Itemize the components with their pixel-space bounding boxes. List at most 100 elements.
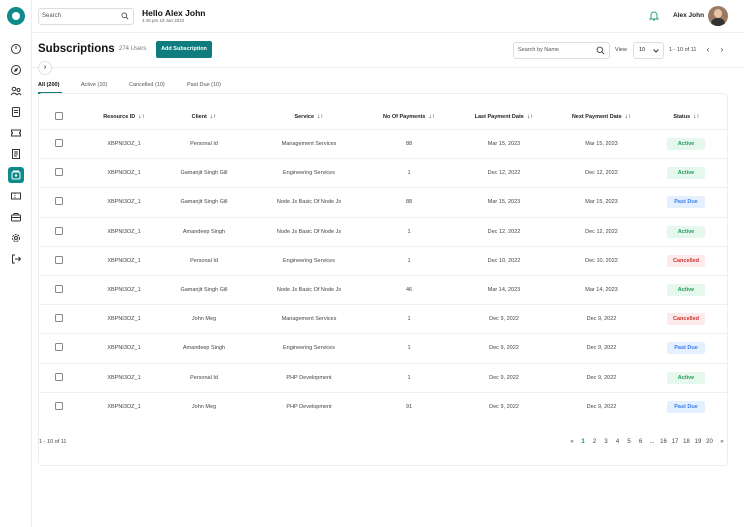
table-row[interactable]: XBPNI3OZ_1 Amandeep Singh Node Js Basic Of… — [39, 216, 727, 246]
row-checkbox[interactable] — [55, 168, 63, 177]
coupon-icon[interactable] — [8, 188, 24, 204]
cell-payments: 88 — [405, 141, 413, 147]
column-next-payment[interactable]: Next Payment Date ↓↑ — [564, 113, 639, 120]
row-checkbox[interactable] — [55, 372, 63, 381]
sort-icon[interactable]: ↓↑ — [625, 113, 632, 120]
column-service[interactable]: Service ↓↑ — [274, 113, 344, 120]
notification-bell-icon[interactable] — [649, 10, 659, 21]
table-row[interactable]: XBPNI3OZ_1 Gamanjit Singh Gill Node Js Bas… — [39, 275, 727, 304]
page-number[interactable]: 2 — [590, 439, 600, 445]
tab-active[interactable]: Active (10) — [81, 82, 107, 88]
compass-icon[interactable] — [8, 62, 24, 78]
top-bar: Search Hello Alex John 4:45 pm 19 Jan 20… — [32, 0, 744, 33]
page-number[interactable]: 20 — [705, 439, 715, 445]
page-number[interactable]: 6 — [636, 439, 646, 445]
page-number[interactable]: 5 — [624, 439, 634, 445]
briefcase-icon[interactable] — [8, 209, 24, 225]
avatar[interactable] — [708, 6, 728, 26]
page-number[interactable]: 4 — [613, 439, 623, 445]
status-badge: Cancelled — [667, 254, 705, 267]
pagination-ellipsis[interactable]: ... — [647, 439, 657, 445]
users-icon[interactable] — [8, 83, 24, 99]
tab-all[interactable]: All (200) — [38, 82, 59, 88]
page-number[interactable]: 18 — [682, 439, 692, 445]
first-page-icon[interactable]: « — [567, 439, 577, 445]
row-checkbox[interactable] — [55, 314, 63, 323]
page-number[interactable]: 3 — [601, 439, 611, 445]
row-checkbox[interactable] — [55, 226, 63, 235]
page-number[interactable]: 19 — [693, 439, 703, 445]
row-checkbox[interactable] — [55, 401, 63, 410]
column-client[interactable]: Client ↓↑ — [179, 113, 229, 120]
column-last-payment[interactable]: Last Payment Date ↓↑ — [469, 113, 539, 120]
view-count-select[interactable]: 10 — [633, 42, 664, 59]
cell-payments: 1 — [407, 316, 411, 323]
table-row[interactable]: XBPNI3OZ_1 John Meg PHP Development 91 Dec 9… — [39, 391, 727, 421]
logout-icon[interactable] — [8, 251, 24, 267]
next-page-icon[interactable]: › — [718, 45, 726, 55]
table-row[interactable]: XBPNI3OZ_1 Personal Id Engineering Service… — [39, 245, 727, 275]
last-page-icon[interactable]: » — [717, 439, 727, 445]
cell-last-payment: Dec 12, 2022 — [487, 170, 521, 177]
column-label: Status — [673, 114, 691, 120]
page-number[interactable]: 1 — [578, 439, 588, 445]
global-search-input[interactable]: Search — [38, 8, 134, 25]
sort-icon[interactable]: ↓↑ — [527, 113, 534, 120]
cell-service: Management Services — [281, 141, 337, 147]
table-row[interactable]: XBPNI3OZ_1 John Meg Management Services 1 De… — [39, 304, 727, 333]
table-row[interactable]: XBPNI3OZ_1 Gamanjit Singh Gill Node Js Bas… — [39, 187, 727, 216]
table-row[interactable]: XBPNI3OZ_1 Gamanjit Singh Gill Engineering… — [39, 158, 727, 187]
cell-client: Personal Id — [190, 141, 218, 147]
username[interactable]: Alex John — [673, 12, 704, 19]
settings-icon[interactable] — [8, 230, 24, 246]
cell-next-payment: Dec 9, 2022 — [586, 316, 617, 323]
column-status[interactable]: Status ↓↑ — [664, 113, 709, 120]
cell-service: Engineering Services — [283, 170, 335, 177]
dashboard-icon[interactable] — [8, 41, 24, 57]
document-icon[interactable] — [8, 104, 24, 120]
name-search-input[interactable]: Search by Name — [513, 42, 610, 59]
add-subscription-button[interactable]: Add Subscription — [156, 41, 212, 58]
tab-past-due[interactable]: Past Due (10) — [187, 82, 221, 88]
select-all-checkbox[interactable] — [55, 112, 63, 120]
cell-client: Gamanjit Singh Gill — [180, 287, 228, 293]
tab-cancelled[interactable]: Cancelled (10) — [129, 82, 165, 88]
status-badge: Cancelled — [667, 313, 705, 326]
sort-icon[interactable]: ↓↑ — [317, 113, 324, 120]
table-row[interactable]: XBPNI3OZ_1 Personal Id Management Services… — [39, 129, 727, 158]
sort-icon[interactable]: ↓↑ — [428, 113, 435, 120]
column-resource-id[interactable]: Resource ID ↓↑ — [94, 113, 154, 120]
table-row[interactable]: XBPNI3OZ_1 Amandeep Singh Engineering Serv… — [39, 333, 727, 362]
row-checkbox[interactable] — [55, 285, 63, 293]
search-icon — [596, 46, 605, 55]
cell-client: John Meg — [191, 316, 217, 323]
row-checkbox[interactable] — [55, 139, 63, 147]
invoice-icon[interactable] — [8, 146, 24, 162]
subscriptions-icon[interactable] — [8, 167, 24, 183]
cell-next-payment: Mar 15, 2023 — [585, 141, 618, 147]
page-number[interactable]: 17 — [670, 439, 680, 445]
column-payments[interactable]: No Of Payments ↓↑ — [374, 113, 444, 120]
sort-icon[interactable]: ↓↑ — [210, 113, 217, 120]
table-row[interactable]: XBPNI3OZ_1 Personal Id PHP Development 1 Dec… — [39, 362, 727, 392]
cell-last-payment: Mar 15, 2023 — [487, 199, 521, 206]
cell-resource-id: XBPNI3OZ_1 — [107, 345, 141, 352]
view-label: View — [615, 47, 627, 53]
chevron-down-icon — [653, 49, 659, 53]
ticket-icon[interactable] — [8, 125, 24, 141]
footer-range: 1 - 10 of 11 — [39, 439, 67, 445]
cell-service: PHP Development — [286, 374, 332, 381]
row-checkbox[interactable] — [55, 197, 63, 206]
row-checkbox[interactable] — [55, 343, 63, 352]
status-badge: Past Due — [667, 196, 705, 209]
cell-service: Node Js Basic Of Node Js — [276, 199, 342, 206]
row-checkbox[interactable] — [55, 255, 63, 264]
sort-icon[interactable]: ↓↑ — [138, 113, 145, 120]
status-badge: Past Due — [667, 400, 705, 413]
sort-icon[interactable]: ↓↑ — [693, 113, 700, 120]
page-number[interactable]: 16 — [659, 439, 669, 445]
cell-next-payment: Dec 10, 2022 — [585, 257, 618, 264]
expand-sidebar-button[interactable]: › — [38, 61, 52, 75]
app-logo[interactable] — [7, 7, 25, 25]
prev-page-icon[interactable]: ‹ — [704, 45, 712, 55]
